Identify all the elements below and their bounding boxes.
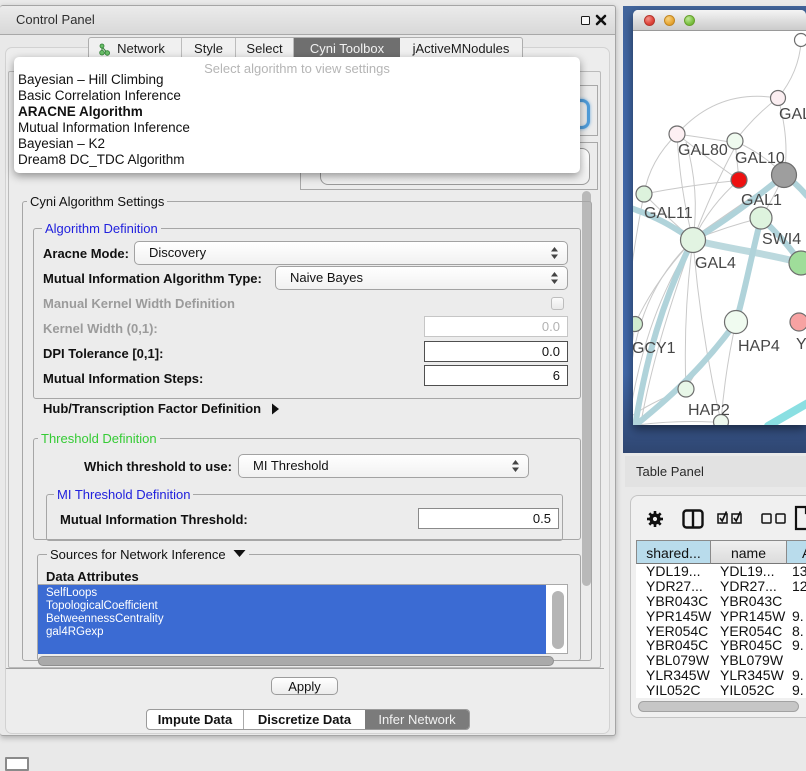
svg-text:HAP2: HAP2 xyxy=(688,402,730,419)
svg-text:GAL2: GAL2 xyxy=(779,106,806,123)
svg-text:GAL1: GAL1 xyxy=(741,192,782,209)
svg-text:HAP4: HAP4 xyxy=(738,338,780,355)
svg-text:GAL11: GAL11 xyxy=(644,205,693,222)
svg-text:GCY1: GCY1 xyxy=(633,340,676,357)
svg-text:SWI4: SWI4 xyxy=(762,231,801,248)
svg-text:GAL4: GAL4 xyxy=(695,255,736,272)
svg-text:GAL80: GAL80 xyxy=(678,142,728,159)
svg-text:GAL10: GAL10 xyxy=(735,150,785,167)
svg-text:Y: Y xyxy=(796,336,806,353)
